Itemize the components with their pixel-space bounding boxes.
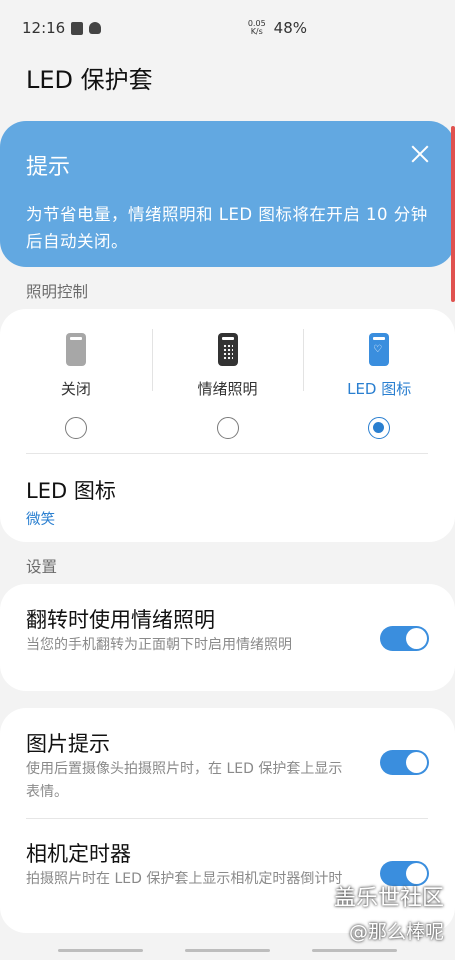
photo-hint-title[interactable]: 图片提示 xyxy=(26,728,110,758)
mode-option-led-icon[interactable]: ♡ LED 图标 xyxy=(303,327,455,449)
nav-home-button[interactable] xyxy=(185,949,270,952)
led-icon-setting-title[interactable]: LED 图标 xyxy=(26,475,116,505)
mode-label-mood-lighting: 情绪照明 xyxy=(197,380,258,398)
tip-card: 提示 为节省电量，情绪照明和 LED 图标将在开启 10 分钟后自动关闭。 xyxy=(0,121,455,267)
radio-off[interactable] xyxy=(64,417,87,439)
flip-setting-card[interactable]: 翻转时使用情绪照明 当您的手机翻转为正面朝下时启用情绪照明 xyxy=(0,584,455,691)
lighting-control-card: 关闭 情绪照明 ♡ LED 图标 LED 图标 微笑 xyxy=(0,309,455,542)
network-speed-unit: K/s xyxy=(250,27,263,36)
flip-setting-toggle[interactable] xyxy=(380,626,429,651)
led-icon-setting-value[interactable]: 微笑 xyxy=(26,508,55,529)
mode-label-led-icon: LED 图标 xyxy=(347,380,412,398)
navigation-bar xyxy=(0,938,455,960)
network-speed: 0.05 K/s xyxy=(248,20,266,36)
nav-recents-button[interactable] xyxy=(58,949,143,952)
camera-timer-description: 拍摄照片时在 LED 保护套上显示相机定时器倒计时 xyxy=(26,871,343,887)
page-title: LED 保护套 xyxy=(26,66,153,94)
flip-setting-description: 当您的手机翻转为正面朝下时启用情绪照明 xyxy=(26,637,292,653)
mode-option-off[interactable]: 关闭 xyxy=(0,327,152,449)
status-bar: 12:16 0.05 K/s 48% xyxy=(0,0,455,56)
photo-hint-toggle[interactable] xyxy=(380,750,429,775)
flip-setting-title: 翻转时使用情绪照明 xyxy=(26,608,215,632)
mode-option-mood-lighting[interactable]: 情绪照明 xyxy=(151,327,304,449)
lighting-mode-selector: 关闭 情绪照明 ♡ LED 图标 xyxy=(0,309,455,449)
battery-level: 48% xyxy=(273,19,307,37)
radio-mood-lighting[interactable] xyxy=(216,417,239,439)
bixby-icon xyxy=(89,22,102,34)
tip-text: 为节省电量，情绪照明和 LED 图标将在开启 10 分钟后自动关闭。 xyxy=(26,205,428,251)
phone-off-icon xyxy=(65,333,86,366)
section-label-settings: 设置 xyxy=(26,558,58,576)
photo-hint-description: 使用后置摄像头拍摄照片时，在 LED 保护套上显示表情。 xyxy=(26,761,343,800)
divider xyxy=(26,453,428,454)
status-time: 12:16 xyxy=(22,19,66,37)
nav-back-button[interactable] xyxy=(312,949,397,952)
watermark-community: 盖乐世社区 xyxy=(333,886,444,911)
phone-mood-icon xyxy=(217,333,238,366)
phone-led-icon: ♡ xyxy=(369,333,390,366)
mode-label-off: 关闭 xyxy=(60,380,91,398)
tip-title: 提示 xyxy=(26,155,71,180)
divider xyxy=(26,818,428,819)
camera-timer-title[interactable]: 相机定时器 xyxy=(26,838,131,868)
section-label-lighting: 照明控制 xyxy=(26,283,89,301)
scroll-indicator xyxy=(451,126,455,302)
radio-led-icon[interactable] xyxy=(368,417,391,439)
notification-icon xyxy=(71,21,84,35)
close-icon[interactable] xyxy=(411,145,429,163)
